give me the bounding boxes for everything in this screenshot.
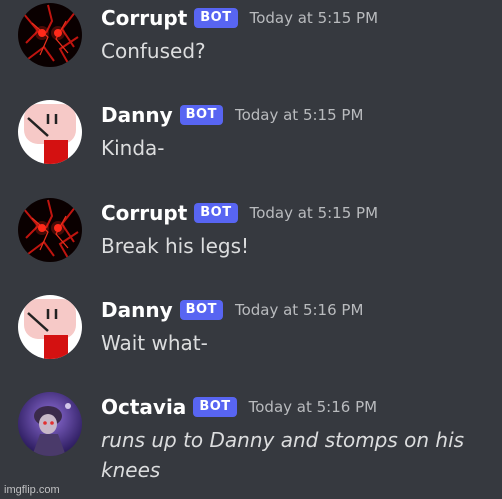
username[interactable]: Corrupt <box>101 6 187 30</box>
message-header: Danny BOT Today at 5:15 PM <box>101 103 363 131</box>
bot-tag: BOT <box>179 105 223 125</box>
message-header: Corrupt BOT Today at 5:15 PM <box>101 6 378 34</box>
corrupt-avatar[interactable] <box>18 3 82 67</box>
timestamp: Today at 5:15 PM <box>249 204 379 222</box>
danny-avatar[interactable] <box>18 295 82 359</box>
danny-avatar-image <box>18 100 82 164</box>
timestamp: Today at 5:16 PM <box>234 301 364 319</box>
message-text: Confused? <box>101 39 206 63</box>
username[interactable]: Danny <box>101 103 173 127</box>
corrupt-avatar[interactable] <box>18 198 82 262</box>
timestamp: Today at 5:16 PM <box>248 398 378 416</box>
imgflip-watermark: imgflip.com <box>4 484 60 496</box>
danny-avatar-image <box>18 295 82 359</box>
message-text: Kinda- <box>101 136 165 160</box>
username[interactable]: Octavia <box>101 395 186 419</box>
timestamp: Today at 5:15 PM <box>249 9 379 27</box>
danny-avatar[interactable] <box>18 100 82 164</box>
message-header: Corrupt BOT Today at 5:15 PM <box>101 201 378 229</box>
message-text: Break his legs! <box>101 234 250 258</box>
octavia-avatar[interactable] <box>18 392 82 456</box>
octavia-avatar-image <box>18 392 82 456</box>
message-header: Danny BOT Today at 5:16 PM <box>101 298 363 326</box>
username[interactable]: Danny <box>101 298 173 322</box>
corrupt-avatar-image <box>18 198 82 262</box>
timestamp: Today at 5:15 PM <box>234 106 364 124</box>
message-text: runs up to Danny and stomps on his knees <box>101 428 465 482</box>
chat-log: Corrupt BOT Today at 5:15 PM Confused? Dan… <box>0 0 502 499</box>
bot-tag: BOT <box>179 300 223 320</box>
bot-tag: BOT <box>194 203 238 223</box>
message-text: Wait what- <box>101 331 208 355</box>
corrupt-avatar-image <box>18 3 82 67</box>
bot-tag: BOT <box>193 397 237 417</box>
message-header: Octavia BOT Today at 5:16 PM <box>101 395 377 423</box>
username[interactable]: Corrupt <box>101 201 187 225</box>
bot-tag: BOT <box>194 8 238 28</box>
